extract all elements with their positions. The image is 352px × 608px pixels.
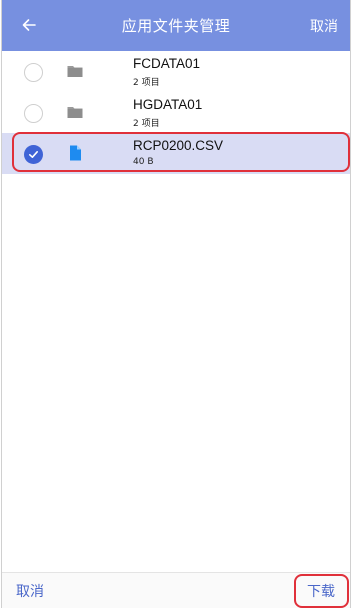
download-button[interactable]: 下载	[297, 578, 345, 604]
select-radio[interactable]	[24, 104, 43, 123]
bottom-toolbar: 取消 下载	[2, 572, 350, 608]
file-meta: 2 项目	[133, 119, 160, 129]
select-radio-checked[interactable]	[24, 145, 43, 164]
page-title: 应用文件夹管理	[121, 17, 231, 35]
list-item-hgdata01[interactable]: HGDATA01 2 项目	[2, 92, 350, 133]
file-list: FCDATA01 2 项目 HGDATA01 2 项目 RCP0200.CSV	[2, 51, 350, 174]
header-cancel-button[interactable]: 取消	[310, 0, 338, 51]
list-item-rcp0200-csv[interactable]: RCP0200.CSV 40 B	[2, 133, 350, 174]
folder-icon	[67, 66, 83, 77]
footer-cancel-button[interactable]: 取消	[16, 573, 44, 608]
file-name: RCP0200.CSV	[133, 138, 224, 153]
document-icon	[70, 145, 81, 161]
file-name: HGDATA01	[133, 97, 203, 112]
folder-icon	[67, 107, 83, 118]
file-name: FCDATA01	[133, 56, 201, 71]
file-meta: 40 B	[133, 157, 154, 167]
file-meta: 2 项目	[133, 78, 160, 88]
select-radio[interactable]	[24, 63, 43, 82]
checkmark-icon	[29, 151, 38, 158]
top-bar: 应用文件夹管理 取消	[2, 0, 350, 51]
phone-screen: 应用文件夹管理 取消 FCDATA01 2 项目 HGDATA01 2 项目 R…	[1, 0, 351, 608]
list-item-fcdata01[interactable]: FCDATA01 2 项目	[2, 51, 350, 92]
